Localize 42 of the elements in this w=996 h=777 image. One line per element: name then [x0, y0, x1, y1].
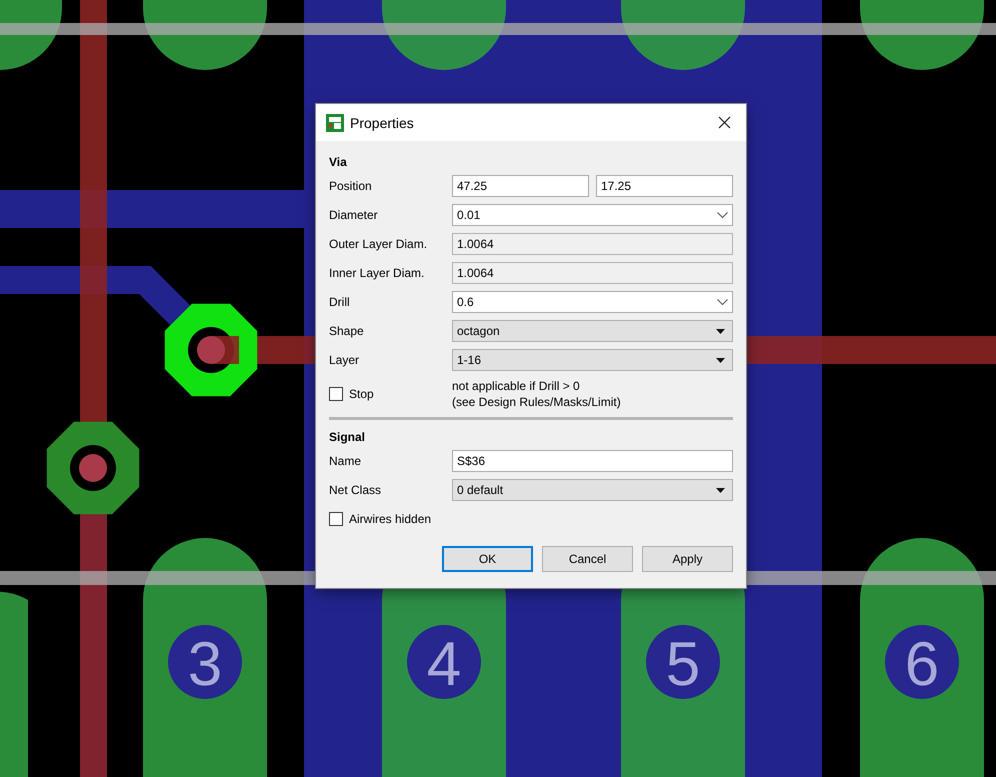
- note-text: not applicable if Drill > 0: [452, 378, 581, 394]
- pad-number: 5: [666, 630, 700, 699]
- section-heading: Via: [329, 154, 348, 171]
- input-field[interactable]: 47.25: [452, 175, 589, 197]
- combo-box[interactable]: 0.01: [452, 204, 733, 226]
- checkbox-label: Stop: [349, 387, 374, 401]
- field-label: Shape: [329, 324, 365, 338]
- input-field[interactable]: 17.25: [596, 175, 733, 197]
- dropdown[interactable]: octagon: [452, 320, 733, 342]
- readonly-field: 1.0064: [452, 262, 733, 284]
- chevron-icon: [717, 212, 728, 218]
- caret-icon: [716, 488, 725, 492]
- app-icon: [326, 114, 344, 132]
- note-text: (see Design Rules/Masks/Limit): [452, 394, 622, 410]
- field-label: Net Class: [329, 483, 382, 497]
- close-icon: [718, 116, 730, 129]
- dialog-button[interactable]: OK: [442, 546, 533, 572]
- field-label: Position: [329, 179, 373, 193]
- pad-number: 4: [426, 630, 462, 699]
- dialog-button[interactable]: Cancel: [542, 546, 633, 572]
- checkbox-label: Airwires hidden: [349, 512, 432, 526]
- combo-box[interactable]: 0.6: [452, 291, 733, 313]
- field-label: Outer Layer Diam.: [329, 237, 428, 251]
- pad-number: 3: [188, 630, 222, 699]
- chevron-icon: [717, 299, 728, 305]
- caret-icon: [716, 358, 725, 362]
- input-field[interactable]: S$36: [452, 450, 733, 472]
- dropdown[interactable]: 1-16: [452, 349, 733, 371]
- field-label: Inner Layer Diam.: [329, 266, 426, 280]
- checkbox[interactable]: [329, 512, 343, 526]
- field-label: Name: [329, 454, 362, 468]
- checkbox[interactable]: [329, 387, 343, 401]
- field-label: Drill: [329, 295, 351, 309]
- dialog-title: Properties: [350, 114, 414, 130]
- caret-icon: [716, 328, 725, 334]
- pad-number: 6: [904, 630, 940, 699]
- dialog-button[interactable]: Apply: [642, 546, 733, 572]
- readonly-field: 1.0064: [452, 233, 733, 255]
- field-label: Layer: [329, 353, 360, 367]
- dropdown[interactable]: 0 default: [452, 479, 733, 501]
- field-label: Diameter: [329, 208, 379, 222]
- section-heading: Signal: [329, 429, 366, 446]
